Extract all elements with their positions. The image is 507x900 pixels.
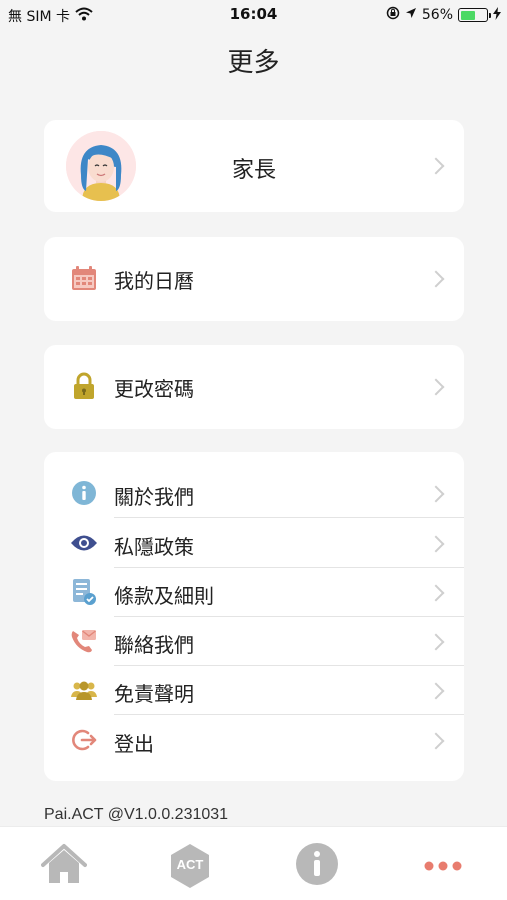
settings-list-card: 關於我們 私隱政策 條款及細則 聯絡我們 免責聲明 登出 <box>44 452 464 781</box>
status-right: 56% <box>386 6 501 24</box>
chevron-right-icon <box>427 535 445 553</box>
list-item-label: 免責聲明 <box>114 682 194 706</box>
eye-icon <box>70 529 98 557</box>
people-icon <box>70 676 98 704</box>
logout-icon <box>70 726 98 754</box>
list-item-label: 條款及細則 <box>114 584 214 608</box>
list-item-label: 登出 <box>114 732 154 756</box>
list-item-label: 關於我們 <box>114 485 194 509</box>
list-item-disclaimer[interactable]: 免責聲明 <box>44 666 464 715</box>
profile-card[interactable]: 家長 <box>44 120 464 212</box>
version-text: Pai.ACT @V1.0.0.231031 <box>44 806 229 823</box>
tab-act[interactable]: ACT <box>165 841 215 891</box>
act-label: ACT <box>176 857 204 872</box>
list-item-privacy-policy[interactable]: 私隱政策 <box>44 519 464 568</box>
calendar-card[interactable]: 我的日曆 <box>44 237 464 321</box>
tab-more[interactable] <box>418 841 468 891</box>
chevron-right-icon <box>427 270 445 288</box>
calendar-icon <box>70 265 98 293</box>
tab-home[interactable] <box>39 841 89 891</box>
chevron-right-icon <box>427 682 445 700</box>
info-icon <box>295 842 339 890</box>
location-icon <box>405 7 417 23</box>
phone-mail-icon <box>70 627 98 655</box>
more-dots-icon <box>423 857 463 876</box>
home-icon <box>41 843 87 889</box>
list-item-terms[interactable]: 條款及細則 <box>44 568 464 617</box>
charging-icon <box>493 6 501 24</box>
change-password-card[interactable]: 更改密碼 <box>44 345 464 429</box>
list-item-about-us[interactable]: 關於我們 <box>44 469 464 518</box>
divider <box>114 713 464 715</box>
tab-bar: ACT <box>0 826 507 900</box>
battery-icon <box>458 8 491 22</box>
page-title: 更多 <box>227 48 280 78</box>
tab-info[interactable] <box>292 841 342 891</box>
change-password-label: 更改密碼 <box>114 377 194 401</box>
battery-percent: 56% <box>421 7 453 23</box>
chevron-right-icon <box>427 732 445 750</box>
info-icon <box>70 479 98 507</box>
list-item-label: 聯絡我們 <box>114 633 194 657</box>
lock-icon <box>70 372 98 400</box>
chevron-right-icon <box>427 584 445 602</box>
divider <box>114 516 464 518</box>
calendar-label: 我的日曆 <box>114 269 194 293</box>
chevron-right-icon <box>427 378 445 396</box>
act-icon: ACT <box>167 843 213 889</box>
status-bar: 無 SIM 卡 16:04 56% <box>0 0 507 30</box>
orientation-lock-icon <box>386 6 400 24</box>
chevron-right-icon <box>427 633 445 651</box>
list-item-contact-us[interactable]: 聯絡我們 <box>44 617 464 666</box>
document-icon <box>70 578 98 606</box>
chevron-right-icon <box>427 485 445 503</box>
profile-name: 家長 <box>231 158 276 183</box>
list-item-label: 私隱政策 <box>114 535 194 559</box>
battery-fill <box>460 10 475 20</box>
list-item-logout[interactable]: 登出 <box>44 716 464 765</box>
